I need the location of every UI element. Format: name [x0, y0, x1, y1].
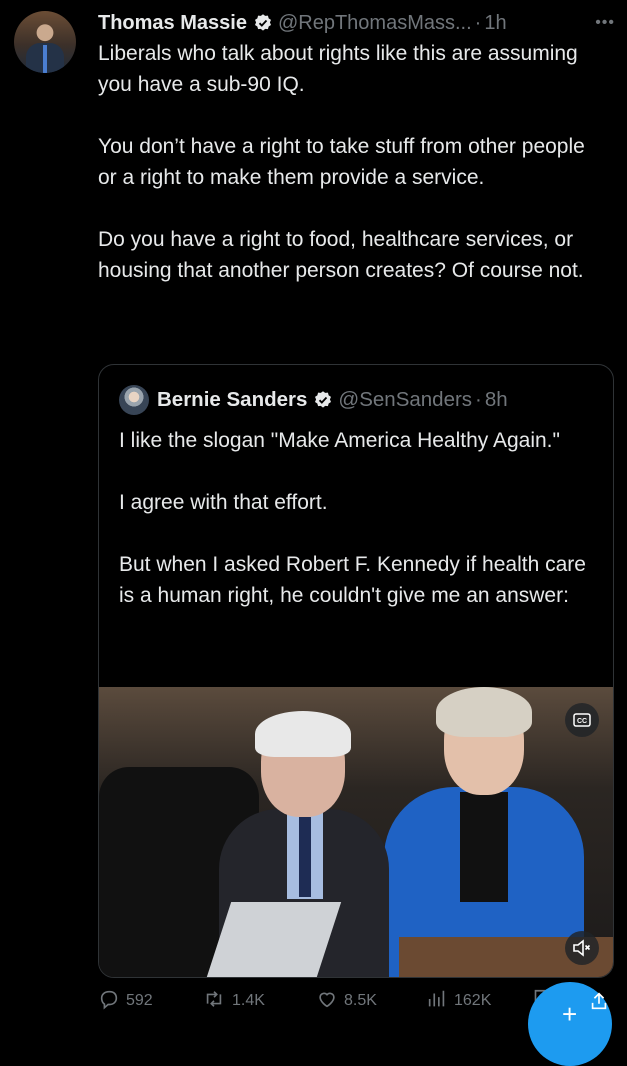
tweet-paragraph: Do you have a right to food, healthcare … — [98, 228, 584, 282]
quote-paragraph: I agree with that effort. — [119, 491, 328, 514]
person-left-tie — [299, 817, 311, 897]
like-button[interactable]: 8.5K — [316, 986, 377, 1016]
closed-captions-icon[interactable]: CC — [565, 703, 599, 737]
quote-text: I like the slogan "Make America Healthy … — [119, 425, 599, 611]
person-right-hair — [436, 687, 532, 737]
views-button[interactable]: 162K — [426, 986, 491, 1016]
quote-author-avatar[interactable] — [119, 385, 149, 415]
tweet-header: Thomas Massie @RepThomasMass... · 1h — [98, 8, 617, 38]
reply-count: 592 — [126, 992, 153, 1009]
reply-button[interactable]: 592 — [98, 986, 153, 1016]
tweet-paragraph: You don’t have a right to take stuff fro… — [98, 135, 585, 189]
repost-count: 1.4K — [232, 992, 265, 1009]
more-icon[interactable]: ••• — [595, 14, 615, 32]
quote-paragraph: I like the slogan "Make America Healthy … — [119, 429, 560, 452]
views-count: 162K — [454, 992, 492, 1009]
avatar-tie — [43, 45, 47, 73]
separator-dot: · — [474, 11, 482, 34]
quote-header: Bernie Sanders @SenSanders · 8h — [119, 385, 508, 415]
tweet-paragraph: Liberals who talk about rights like this… — [98, 42, 578, 96]
heart-icon — [316, 988, 344, 1015]
separator-dot: · — [475, 388, 482, 411]
reply-icon — [98, 988, 126, 1015]
video-player[interactable]: CC — [99, 687, 613, 977]
views-chart-icon — [426, 988, 454, 1015]
quote-time[interactable]: 8h — [485, 388, 508, 412]
repost-icon — [202, 988, 232, 1015]
share-button[interactable] — [588, 988, 616, 1018]
video-person-right — [384, 687, 584, 977]
author-avatar[interactable] — [14, 11, 76, 73]
verified-badge-icon — [253, 13, 273, 33]
author-name[interactable]: Thomas Massie — [98, 12, 247, 35]
repost-button[interactable]: 1.4K — [202, 986, 265, 1016]
muted-speaker-icon[interactable] — [565, 931, 599, 965]
quote-author-handle[interactable]: @SenSanders — [338, 388, 472, 412]
quoted-tweet[interactable]: Bernie Sanders @SenSanders · 8h I like t… — [98, 364, 614, 978]
share-icon — [588, 990, 616, 1017]
svg-text:CC: CC — [577, 718, 587, 725]
person-left-hair — [255, 711, 351, 757]
person-right-shirt — [460, 792, 508, 902]
author-handle[interactable]: @RepThomasMass... — [278, 12, 472, 35]
like-count: 8.5K — [344, 992, 377, 1009]
verified-badge-icon — [313, 390, 333, 410]
plus-icon: + — [562, 999, 578, 1029]
tweet-time[interactable]: 1h — [484, 12, 506, 35]
tweet-text: Liberals who talk about rights like this… — [98, 38, 608, 286]
quote-paragraph: But when I asked Robert F. Kennedy if he… — [119, 553, 586, 607]
quote-author-name[interactable]: Bernie Sanders — [157, 388, 307, 412]
